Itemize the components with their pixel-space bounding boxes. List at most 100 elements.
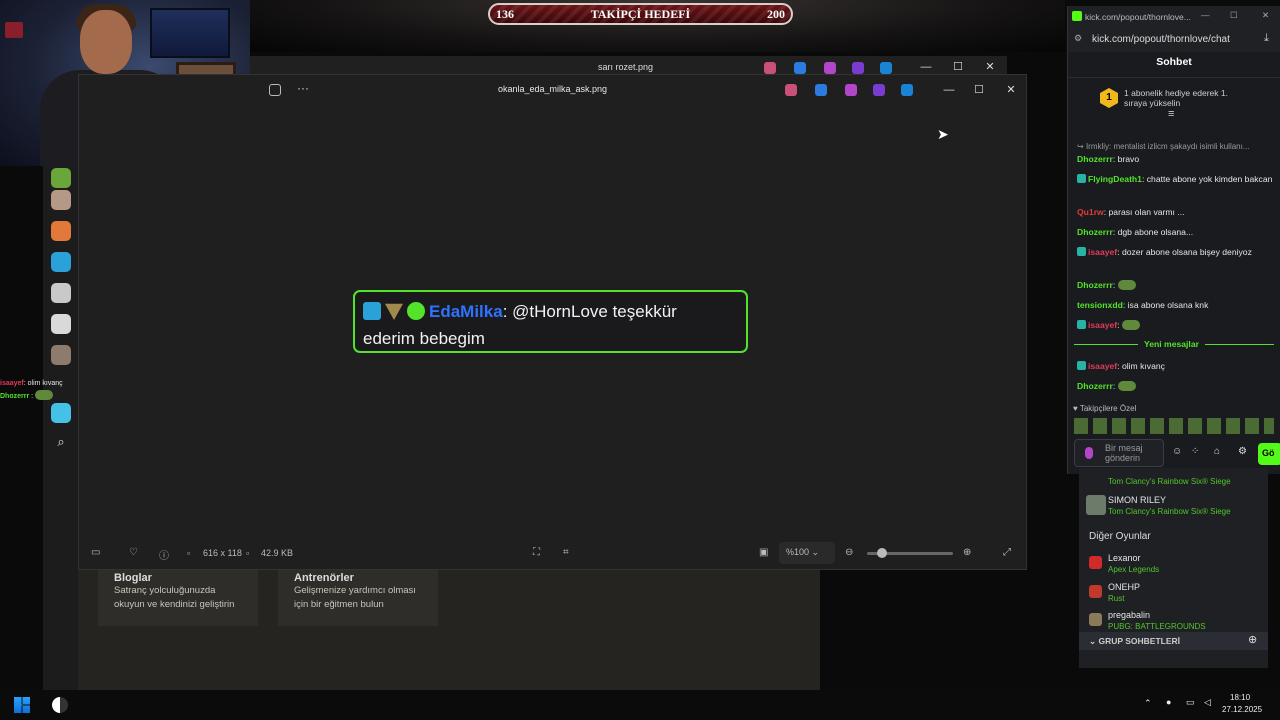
message-input[interactable]: Bir mesaj gönderin: [1074, 439, 1164, 467]
badge-icon: [1077, 320, 1086, 329]
card-title: Bloglar: [114, 572, 152, 584]
zoom-out-icon[interactable]: ⊖: [845, 547, 853, 558]
chat-message[interactable]: isaayef: olim kıvanç: [1077, 360, 1275, 373]
mouse-cursor-icon: ➤: [937, 126, 949, 142]
address-bar[interactable]: ⚙ kick.com/popout/thornlove/chat ⤓: [1068, 28, 1280, 52]
pinned-gift-banner[interactable]: 1 1 abonelik hediye ederek 1. sıraya yük…: [1068, 78, 1280, 120]
maximize-icon[interactable]: ☐: [1230, 10, 1238, 21]
card-title: Antrenörler: [294, 572, 354, 584]
close-icon[interactable]: ✕: [1001, 81, 1021, 99]
learn-icon[interactable]: [51, 221, 71, 241]
card-text: Gelişmenize yardımcı olması: [294, 585, 416, 596]
download-icon[interactable]: ⤓: [1264, 32, 1269, 45]
zoom-in-icon[interactable]: ⊕: [963, 547, 971, 558]
image-message-part1: @tHornLove teşekkür: [507, 302, 677, 321]
search-icon[interactable]: ⌕: [51, 434, 71, 454]
minimize-icon[interactable]: —: [939, 81, 959, 99]
network-icon[interactable]: ▭: [1186, 697, 1195, 708]
channel-lexanor[interactable]: Lexanor Apex Legends: [1089, 553, 1159, 575]
copilot-icon[interactable]: [785, 84, 797, 96]
follower-goal-target: 200: [767, 6, 785, 21]
pinned-line-1: 1 abonelik hediye ederek 1.: [1124, 88, 1228, 98]
chat-message[interactable]: FlyingDeath1: chatte abone yok kimden ba…: [1077, 173, 1275, 186]
edit-icon[interactable]: [794, 62, 806, 74]
channel-pregabalin[interactable]: pregabalin PUBG: BATTLEGROUNDS: [1089, 610, 1206, 632]
onedrive-icon[interactable]: [880, 62, 892, 74]
chat-message[interactable]: tensionxdd: isa abone olsana knk: [1077, 299, 1275, 312]
viewer-titlebar[interactable]: ··· okanla_eda_milka_ask.png — ☐ ✕: [79, 75, 1026, 105]
channel-onehp[interactable]: ONEHP Rust: [1089, 582, 1140, 604]
blogs-card[interactable]: Bloglar Satranç yolculuğunuzda okuyun ve…: [98, 566, 258, 626]
settings-icon[interactable]: ⚙: [1238, 446, 1247, 457]
clock-time[interactable]: 18:10: [1230, 693, 1250, 702]
paint-icon[interactable]: [845, 84, 857, 96]
site-info-icon[interactable]: ⚙: [1074, 33, 1082, 44]
diamond-icon[interactable]: [51, 403, 71, 423]
paint-icon[interactable]: [824, 62, 836, 74]
chat-message[interactable]: isaayef: dozer abone olsana bişey deniyo…: [1077, 246, 1275, 259]
volume-icon[interactable]: ◁: [1204, 697, 1211, 708]
streamer-head: [80, 10, 132, 74]
home-icon[interactable]: [51, 168, 71, 188]
news-icon[interactable]: [51, 314, 71, 334]
maximize-icon[interactable]: ☐: [969, 81, 989, 99]
url-text: kick.com/popout/thornlove/chat: [1092, 34, 1230, 45]
favorite-icon[interactable]: ♡: [129, 547, 138, 558]
coaches-card[interactable]: Antrenörler Gelişmenize yardımcı olması …: [278, 566, 438, 626]
filmstrip-icon[interactable]: ▭: [91, 547, 100, 558]
info-icon[interactable]: ⓘ: [159, 547, 169, 562]
clock-date[interactable]: 27.12.2025: [1222, 705, 1262, 714]
add-group-icon[interactable]: ⊕: [1248, 633, 1257, 646]
app-sidebar: ⌕: [43, 166, 78, 691]
card-text: için bir eğitmen bulun: [294, 599, 384, 610]
chat-message[interactable]: Dhozerrr:: [1077, 380, 1275, 393]
close-icon[interactable]: ✕: [1262, 10, 1269, 21]
chat-message[interactable]: Dhozerrr: bravo: [1077, 153, 1275, 166]
start-icon[interactable]: [14, 697, 30, 713]
gift-icon[interactable]: ⁘: [1191, 446, 1199, 457]
avatar: [1086, 495, 1106, 515]
image-message-part2: ederim bebegim: [363, 329, 485, 348]
minimize-icon[interactable]: —: [1201, 10, 1210, 20]
image-dimensions: 616 x 118: [203, 548, 242, 558]
theme-icon[interactable]: [52, 697, 68, 713]
dimensions-icon: ▫: [187, 548, 191, 558]
chat-message[interactable]: isaayef:: [1077, 319, 1275, 332]
background-web-page: Bloglar Satranç yolculuğunuzda okuyun ve…: [78, 566, 820, 691]
send-button[interactable]: Gö: [1258, 443, 1280, 465]
onedrive-icon[interactable]: [901, 84, 913, 96]
fullscreen-icon[interactable]: ⤢: [1003, 547, 1011, 558]
back-window-title: sarı rozet.png: [597, 62, 654, 72]
card-text: okuyun ve kendinizi geliştirin: [114, 599, 235, 610]
social-icon[interactable]: [51, 345, 71, 365]
emoji-icon[interactable]: ☺: [1172, 446, 1182, 457]
store-icon[interactable]: ⌂: [1214, 446, 1220, 457]
group-chats-header[interactable]: ⌄ GRUP SOHBETLERİ: [1079, 632, 1268, 650]
channel-simon-riley[interactable]: SIMON RILEY Tom Clancy's Rainbow Six® Si…: [1086, 495, 1231, 517]
mic-icon[interactable]: [1085, 447, 1093, 459]
puzzle-icon[interactable]: [51, 190, 71, 210]
edit-icon[interactable]: [815, 84, 827, 96]
zoom-select[interactable]: %100 ⌄: [779, 542, 835, 564]
browser-titlebar: kick.com/popout/thornlove... — ☐ ✕: [1068, 6, 1280, 28]
crop-icon[interactable]: ⛶: [533, 547, 540, 558]
fit-window-icon[interactable]: ▣: [759, 547, 768, 558]
tray-expand-icon[interactable]: ⌃: [1144, 698, 1152, 709]
emote-picker-row[interactable]: [1074, 418, 1274, 434]
apex-icon: [1089, 556, 1102, 569]
chat-message[interactable]: Dhozerrr:: [1077, 279, 1275, 292]
ocr-icon[interactable]: ⌗: [563, 547, 569, 558]
mic-icon[interactable]: ●: [1166, 697, 1171, 707]
following-sidebar: Tom Clancy's Rainbow Six® Siege SIMON RI…: [1079, 468, 1268, 668]
copilot-icon[interactable]: [764, 62, 776, 74]
watch-icon[interactable]: [51, 252, 71, 272]
clipchamp-icon[interactable]: [873, 84, 885, 96]
zoom-slider[interactable]: [867, 548, 953, 558]
reply-preview: ↪ Irmkliy: mentalist izlicm şakaydı isim…: [1077, 142, 1250, 151]
zoom-slider-thumb[interactable]: [877, 548, 887, 558]
collapse-icon[interactable]: ≡: [1168, 108, 1174, 120]
binoculars-icon[interactable]: [51, 283, 71, 303]
chat-message[interactable]: Qu1rw: parası olan varmı ...: [1077, 206, 1275, 219]
chat-message[interactable]: Dhozerrr: dgb abone olsana...: [1077, 226, 1275, 239]
clipchamp-icon[interactable]: [852, 62, 864, 74]
